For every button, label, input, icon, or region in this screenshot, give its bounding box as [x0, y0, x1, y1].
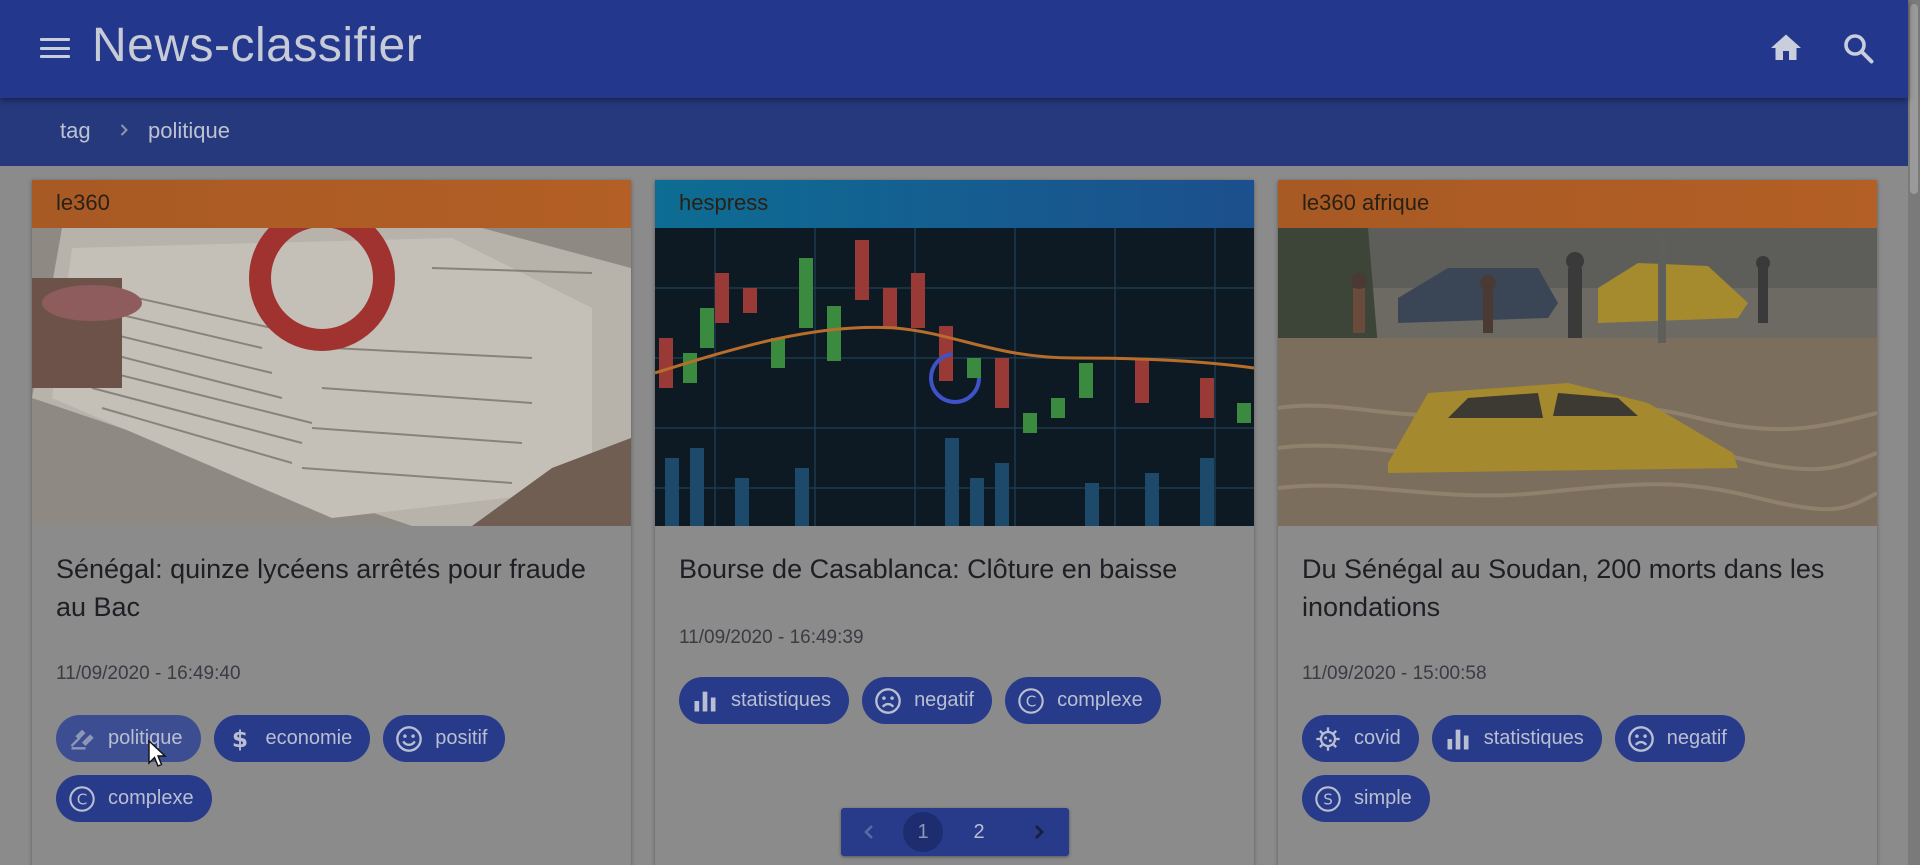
tag-label: negatif	[1666, 727, 1727, 749]
s-circle-icon: S	[1315, 785, 1341, 812]
svg-text:C: C	[77, 790, 88, 808]
page-button-1[interactable]: 1	[903, 812, 943, 852]
tag-chip-positif[interactable]: positif	[383, 715, 506, 762]
search-icon[interactable]	[1840, 30, 1876, 66]
mouse-cursor-icon	[148, 740, 167, 767]
tag-list: politique $ economie positif C complexe	[56, 715, 616, 822]
breadcrumb-item-tag[interactable]: tag	[60, 118, 91, 144]
tag-list: statistiques negatif C complexe	[679, 677, 1239, 724]
page-button-2[interactable]: 2	[959, 812, 999, 852]
tag-label: politique	[108, 727, 183, 749]
article-date: 11/09/2020 - 16:49:40	[56, 663, 241, 684]
tag-label: complexe	[108, 787, 194, 809]
article-image	[655, 228, 1254, 526]
tag-chip-statistiques[interactable]: statistiques	[1431, 715, 1602, 762]
tag-chip-covid[interactable]: covid	[1302, 715, 1419, 762]
tag-chip-negatif[interactable]: negatif	[1614, 715, 1745, 762]
tag-chip-politique[interactable]: politique	[56, 715, 201, 762]
svg-text:S: S	[1323, 790, 1333, 808]
article-card[interactable]: le360 afrique Du Sénégal au Soudan, 200 …	[1278, 180, 1877, 865]
article-source: le360 afrique	[1278, 180, 1877, 228]
tag-label: simple	[1354, 787, 1412, 809]
article-title[interactable]: Du Sénégal au Soudan, 200 morts dans les…	[1302, 550, 1862, 626]
home-icon[interactable]	[1768, 30, 1804, 66]
scrollbar[interactable]	[1908, 0, 1920, 865]
article-title[interactable]: Sénégal: quinze lycéens arrêtés pour fra…	[56, 550, 616, 626]
tag-label: statistiques	[1483, 727, 1584, 749]
chevron-left-icon[interactable]	[857, 820, 881, 844]
app-bar: News-classifier	[0, 0, 1908, 98]
dollar-icon: $	[231, 725, 247, 753]
sad-face-icon	[1627, 725, 1654, 752]
chevron-right-icon	[120, 124, 128, 136]
tag-label: economie	[265, 727, 353, 749]
tag-label: positif	[435, 727, 488, 749]
breadcrumb: tag politique	[0, 98, 1908, 166]
article-card[interactable]: le360 Sénégal: quinze lycéens arrêtés po…	[32, 180, 631, 865]
copyright-c-icon: C	[1018, 687, 1044, 714]
gavel-icon	[70, 729, 94, 749]
breadcrumb-item-current: politique	[148, 118, 230, 143]
article-date: 11/09/2020 - 15:00:58	[1302, 663, 1487, 684]
tag-label: covid	[1354, 727, 1401, 749]
article-image	[32, 228, 631, 526]
tag-chip-statistiques[interactable]: statistiques	[679, 677, 850, 724]
copyright-c-icon: C	[69, 785, 95, 812]
tag-chip-complexe[interactable]: C complexe	[1005, 677, 1161, 724]
tag-label: statistiques	[731, 689, 832, 711]
scrollbar-thumb[interactable]	[1910, 4, 1918, 194]
tag-chip-negatif[interactable]: negatif	[862, 677, 993, 724]
bar-chart-icon	[1447, 729, 1469, 749]
smile-icon	[396, 725, 423, 752]
article-source: hespress	[655, 180, 1254, 228]
article-title[interactable]: Bourse de Casablanca: Clôture en baisse	[679, 550, 1239, 588]
chevron-right-icon[interactable]	[1027, 820, 1051, 844]
menu-icon[interactable]	[40, 36, 70, 60]
sad-face-icon	[875, 687, 901, 714]
svg-text:$: $	[231, 725, 247, 753]
article-card[interactable]: hespress Bourse de Casablanca: Clôture e…	[655, 180, 1254, 865]
svg-text:C: C	[1026, 692, 1037, 710]
article-date: 11/09/2020 - 16:49:39	[679, 627, 864, 648]
tag-label: complexe	[1057, 689, 1143, 711]
tag-chip-simple[interactable]: S simple	[1302, 775, 1430, 822]
tag-label: negatif	[914, 689, 975, 711]
bar-chart-icon	[694, 691, 716, 711]
virus-icon	[1316, 726, 1340, 751]
article-image	[1278, 228, 1877, 526]
tag-chip-complexe[interactable]: C complexe	[56, 775, 212, 822]
tag-chip-economie[interactable]: $ economie	[213, 715, 371, 762]
tag-list: covid statistiques negatif S simple	[1302, 715, 1862, 822]
app-title: News-classifier	[92, 19, 423, 72]
pagination: 1 2	[841, 808, 1069, 856]
article-source: le360	[32, 180, 631, 228]
